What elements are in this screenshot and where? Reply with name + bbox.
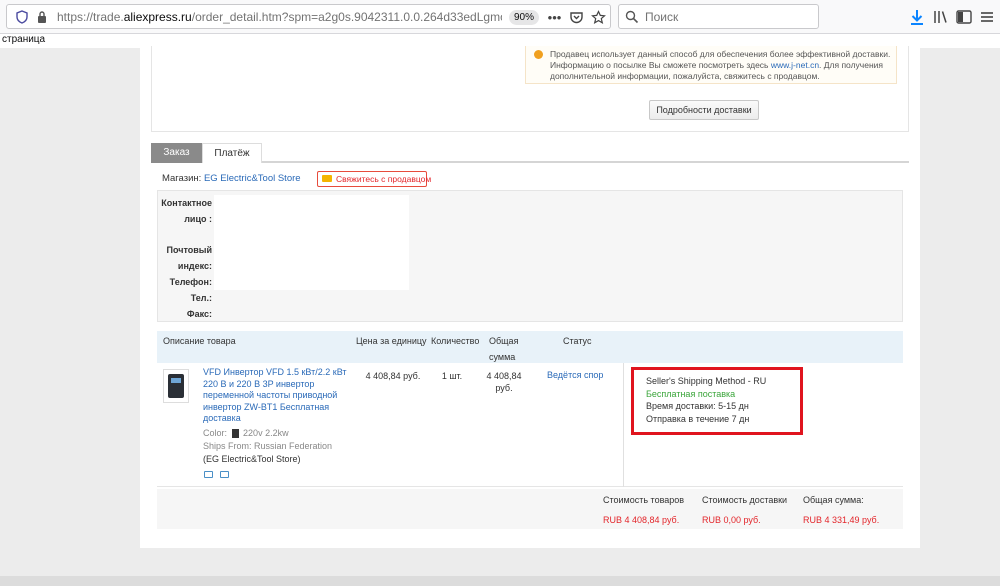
tracking-shield-icon[interactable] bbox=[16, 10, 28, 24]
postal-code-label: Почтовый индекс: bbox=[166, 245, 212, 271]
table-row: VFD Инвертор VFD 1.5 кВт/2.2 кВт 220 В и… bbox=[157, 363, 903, 487]
ships-from: Ships From: Russian Federation bbox=[203, 441, 333, 451]
order-sum-label: Общая сумма: bbox=[803, 495, 864, 505]
tab-payment[interactable]: Платёж bbox=[202, 143, 262, 163]
shipping-info-highlight: Seller's Shipping Method - RU Бесплатная… bbox=[631, 367, 803, 435]
zoom-level-badge[interactable]: 90% bbox=[509, 10, 539, 25]
order-sum-value: RUB 4 331,49 руб. bbox=[803, 515, 880, 525]
items-table-header: Описание товара Цена за единицу Количест… bbox=[157, 331, 903, 363]
envelope-icon bbox=[322, 175, 332, 182]
order-totals: Стоимость товаров Стоимость доставки Общ… bbox=[157, 489, 903, 529]
total-value: 4 408,84 руб. bbox=[486, 371, 522, 393]
contact-person-label: Контактное лицо : bbox=[161, 198, 212, 224]
bookmark-item[interactable]: страница bbox=[2, 34, 45, 45]
unit-price-value: 4 408,84 руб. bbox=[365, 371, 421, 381]
shipping-method: Seller's Shipping Method - RU bbox=[646, 376, 767, 386]
product-thumbnail[interactable] bbox=[163, 369, 189, 403]
address-bar[interactable]: https://trade.aliexpress.ru/order_detail… bbox=[6, 4, 611, 29]
url-text[interactable]: https://trade.aliexpress.ru/order_detail… bbox=[57, 10, 502, 24]
shipping-cost-label: Стоимость доставки bbox=[702, 495, 788, 505]
goods-cost-label: Стоимость товаров bbox=[603, 495, 685, 505]
header-status: Статус bbox=[563, 336, 592, 346]
product-color: Color: 220v 2.2kw bbox=[203, 428, 289, 439]
delivery-notice-text: Продавец использует данный способ для об… bbox=[550, 49, 891, 81]
pocket-icon[interactable] bbox=[569, 10, 584, 25]
tel-label: Тел.: bbox=[190, 293, 212, 303]
header-unit-price: Цена за единицу bbox=[356, 336, 427, 346]
color-swatch-icon bbox=[231, 429, 239, 439]
library-icon[interactable] bbox=[932, 8, 950, 26]
contact-info-box: Контактное лицо : Почтовый индекс: Телефон… bbox=[157, 190, 903, 322]
phone-label: Телефон: bbox=[169, 277, 212, 287]
downloads-icon[interactable] bbox=[908, 8, 926, 26]
product-title-link[interactable]: VFD Инвертор VFD 1.5 кВт/2.2 кВт 220 В и… bbox=[203, 367, 353, 425]
header-quantity: Количество bbox=[431, 336, 480, 346]
product-store-name: (EG Electric&Tool Store) bbox=[203, 454, 301, 464]
shipping-cost-value: RUB 0,00 руб. bbox=[702, 515, 761, 525]
store-name-link[interactable]: EG Electric&Tool Store bbox=[204, 173, 301, 184]
search-placeholder: Поиск bbox=[645, 10, 679, 24]
snapshot-icon[interactable] bbox=[204, 471, 213, 478]
page-actions-icon[interactable]: ••• bbox=[547, 10, 562, 25]
delivery-notice: Продавец использует данный способ для об… bbox=[525, 46, 897, 84]
contact-values-area bbox=[214, 195, 409, 290]
menu-icon[interactable] bbox=[978, 8, 996, 26]
dispute-status-link[interactable]: Ведётся спор bbox=[547, 370, 603, 380]
sidebar-icon[interactable] bbox=[955, 8, 973, 26]
goods-cost-value: RUB 4 408,84 руб. bbox=[603, 515, 680, 525]
contact-seller-button[interactable]: Свяжитесь с продавцом bbox=[317, 171, 431, 187]
fax-label: Факс: bbox=[186, 309, 212, 319]
info-icon bbox=[534, 50, 543, 59]
column-divider bbox=[623, 363, 624, 487]
search-icon bbox=[625, 10, 639, 24]
header-description: Описание товара bbox=[163, 336, 236, 346]
compare-icon[interactable] bbox=[220, 471, 229, 478]
lock-icon[interactable] bbox=[36, 10, 48, 24]
delivery-time: Время доставки: 5-15 дн bbox=[646, 401, 749, 411]
dispatch-time: Отправка в течение 7 дн bbox=[646, 413, 750, 424]
free-shipping-label: Бесплатная поставка bbox=[646, 388, 736, 399]
order-detail-page: Продавец использует данный способ для об… bbox=[140, 46, 920, 548]
delivery-info-section: Продавец использует данный способ для об… bbox=[151, 46, 909, 132]
store-line: Магазин: EG Electric&Tool Store Свяжитес… bbox=[162, 171, 431, 188]
page-bottom-strip bbox=[0, 576, 1000, 586]
store-label: Магазин: bbox=[162, 173, 202, 184]
delivery-details-button[interactable]: Подробности доставки bbox=[649, 100, 759, 120]
order-tabs: Заказ Платёж bbox=[151, 143, 909, 163]
tab-order[interactable]: Заказ bbox=[151, 143, 202, 163]
tracking-site-link[interactable]: www.j-net.cn bbox=[771, 60, 819, 70]
search-bar[interactable]: Поиск bbox=[618, 4, 819, 29]
bookmark-star-icon[interactable] bbox=[591, 10, 606, 25]
header-total: Общая сумма bbox=[489, 336, 519, 362]
quantity-value: 1 шт. bbox=[441, 371, 463, 381]
browser-toolbar: https://trade.aliexpress.ru/order_detail… bbox=[0, 0, 1000, 34]
